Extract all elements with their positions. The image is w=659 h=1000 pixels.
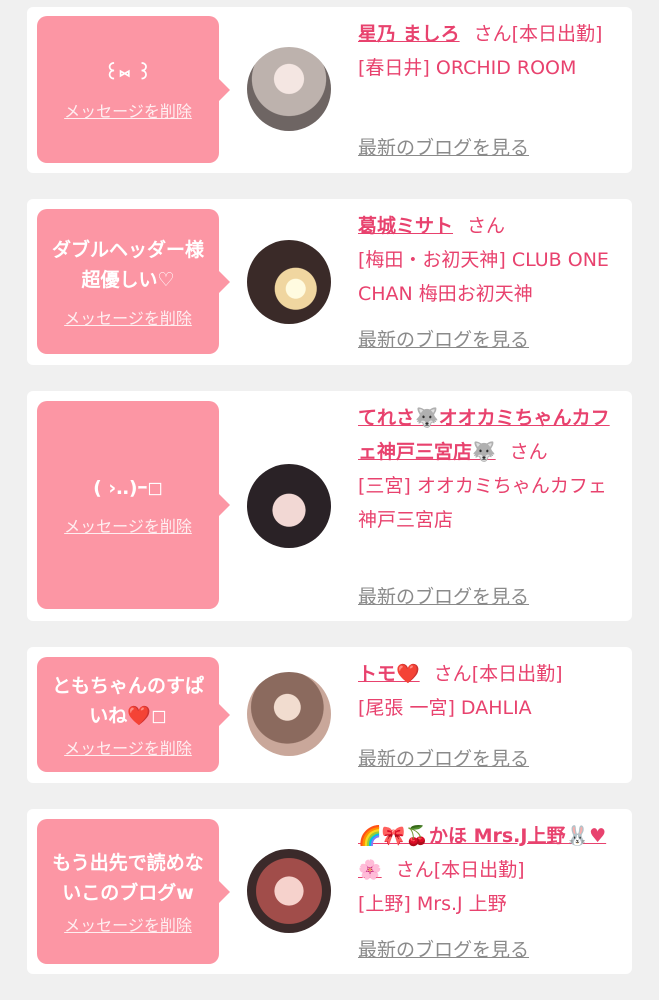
message-card: ( ›‥)ｰ◻ メッセージを削除 てれさ🐺オオカミちゃんカフェ神戸三宮店🐺 さん … — [27, 391, 632, 621]
message-text: ( ›‥)ｰ◻ — [93, 477, 163, 499]
avatar[interactable] — [247, 849, 331, 933]
message-bubble: ꒰⑅ ꒱ メッセージを削除 — [37, 16, 230, 163]
message-bubble: ともちゃんのすぱいね❤️◻ メッセージを削除 — [37, 657, 230, 772]
message-bubble: ( ›‥)ｰ◻ メッセージを削除 — [37, 401, 230, 609]
message-text: もう出先で読めないこのブログw — [52, 851, 204, 904]
honorific: さん — [467, 215, 506, 237]
shop-label: [上野] Mrs.J 上野 — [358, 893, 507, 915]
shop-label: [梅田・お初天神] CLUB ONE CHAN 梅田お初天神 — [358, 249, 609, 305]
delete-message-link[interactable]: メッセージを削除 — [64, 102, 192, 122]
message-card: もう出先で読めないこのブログw メッセージを削除 🌈🎀🍒かほ Mrs.J上野🐰♥… — [27, 809, 632, 974]
status-label: [本日出勤] — [511, 23, 603, 45]
delete-message-link[interactable]: メッセージを削除 — [64, 517, 192, 537]
cast-name-link[interactable]: 星乃 ましろ — [358, 23, 460, 45]
message-bubble: ダブルヘッダー様超優しい♡ メッセージを削除 — [37, 209, 230, 354]
cast-info: 葛城ミサト さん [梅田・お初天神] CLUB ONE CHAN 梅田お初天神 — [358, 209, 620, 311]
avatar[interactable] — [247, 672, 331, 756]
avatar[interactable] — [247, 47, 331, 131]
cast-name-link[interactable]: 葛城ミサト — [358, 215, 453, 237]
shop-label: [尾張 一宮] DAHLIA — [358, 697, 532, 719]
message-text: ともちゃんのすぱいね❤️◻ — [51, 674, 204, 727]
view-blog-link[interactable]: 最新のブログを見る — [358, 935, 529, 962]
shop-label: [三宮] オオカミちゃんカフェ神戸三宮店 — [358, 475, 607, 531]
shop-label: [春日井] ORCHID ROOM — [358, 57, 577, 79]
cast-name-link[interactable]: てれさ🐺オオカミちゃんカフェ神戸三宮店🐺 — [358, 407, 610, 463]
honorific: さん — [433, 663, 472, 685]
cast-name-link[interactable]: トモ❤️ — [358, 663, 420, 685]
status-label: [本日出勤] — [433, 859, 525, 881]
status-label: [本日出勤] — [471, 663, 563, 685]
view-blog-link[interactable]: 最新のブログを見る — [358, 582, 529, 609]
delete-message-link[interactable]: メッセージを削除 — [64, 916, 192, 936]
avatar[interactable] — [247, 240, 331, 324]
cast-info: てれさ🐺オオカミちゃんカフェ神戸三宮店🐺 さん [三宮] オオカミちゃんカフェ神戸… — [358, 401, 620, 537]
message-text: ダブルヘッダー様超優しい♡ — [51, 238, 204, 291]
honorific: さん — [395, 859, 434, 881]
avatar[interactable] — [247, 464, 331, 548]
honorific: さん — [509, 441, 548, 463]
message-card: ꒰⑅ ꒱ メッセージを削除 星乃 ましろ さん[本日出勤] [春日井] ORCHI… — [27, 7, 632, 173]
message-card: ともちゃんのすぱいね❤️◻ メッセージを削除 トモ❤️ さん[本日出勤] [尾張 … — [27, 647, 632, 783]
delete-message-link[interactable]: メッセージを削除 — [64, 309, 192, 329]
view-blog-link[interactable]: 最新のブログを見る — [358, 133, 529, 160]
cast-info: 星乃 ましろ さん[本日出勤] [春日井] ORCHID ROOM — [358, 17, 620, 85]
view-blog-link[interactable]: 最新のブログを見る — [358, 325, 529, 352]
message-bubble: もう出先で読めないこのブログw メッセージを削除 — [37, 819, 230, 964]
message-card: ダブルヘッダー様超優しい♡ メッセージを削除 葛城ミサト さん [梅田・お初天神]… — [27, 199, 632, 365]
cast-info: トモ❤️ さん[本日出勤] [尾張 一宮] DAHLIA — [358, 657, 620, 725]
view-blog-link[interactable]: 最新のブログを見る — [358, 744, 529, 771]
message-text: ꒰⑅ ꒱ — [104, 61, 152, 84]
honorific: さん — [473, 23, 512, 45]
cast-info: 🌈🎀🍒かほ Mrs.J上野🐰♥🌸 さん[本日出勤] [上野] Mrs.J 上野 — [358, 819, 620, 921]
delete-message-link[interactable]: メッセージを削除 — [64, 739, 192, 759]
